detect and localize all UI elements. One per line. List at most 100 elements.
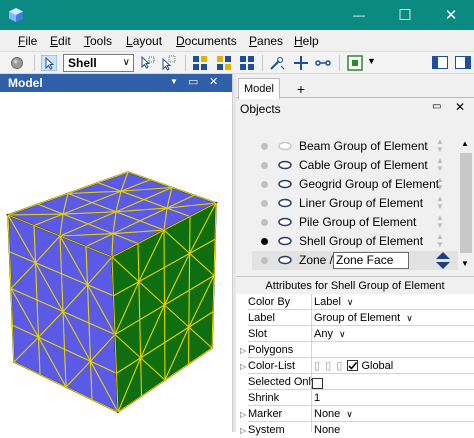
chevron-down-icon[interactable]: ∨	[346, 409, 353, 419]
active-dot-icon[interactable]	[261, 219, 268, 226]
scrollbar-thumb[interactable]	[460, 153, 472, 253]
color-swatch-icon[interactable]: ▯	[325, 360, 331, 372]
menu-panes[interactable]: Panes	[249, 34, 283, 48]
menu-file[interactable]: File	[18, 34, 37, 48]
list-item[interactable]: Liner Group of Element ▲ ▼	[256, 194, 456, 213]
visibility-eye-icon[interactable]	[278, 236, 292, 246]
global-checkbox[interactable]	[347, 360, 359, 371]
list-item[interactable]: Cable Group of Element ▲ ▼	[256, 156, 456, 175]
chevron-down-icon[interactable]: ∨	[347, 297, 354, 307]
active-dot-icon[interactable]	[261, 200, 268, 207]
list-item[interactable]: Shell Group of Element ▲ ▼	[256, 232, 456, 251]
expand-arrow-icon[interactable]: ▷	[240, 426, 246, 435]
tab-model[interactable]: Model	[238, 78, 280, 99]
attr-label-label: Label	[248, 312, 275, 324]
active-dot-icon[interactable]	[261, 238, 268, 245]
menu-help[interactable]: Help	[294, 34, 319, 48]
attr-value-shrink[interactable]: 1	[314, 390, 474, 406]
attr-value-slot[interactable]: Any ∨	[314, 326, 474, 342]
attr-label-polygons[interactable]: Polygons	[248, 342, 312, 358]
active-dot-icon[interactable]	[261, 162, 268, 169]
model-viewport[interactable]	[0, 92, 232, 432]
grid-all-icon[interactable]	[240, 56, 254, 70]
grid-layout-icon[interactable]	[193, 56, 207, 70]
select-box-icon[interactable]	[160, 55, 176, 71]
move-updown-icon[interactable]: ▲ ▼	[436, 176, 444, 192]
pick-tool-icon[interactable]	[269, 55, 285, 71]
menu-layout[interactable]: Layout	[126, 34, 162, 48]
move-updown-icon[interactable]: ▲ ▼	[436, 138, 444, 154]
list-item[interactable]: Pile Group of Element ▲ ▼	[256, 213, 456, 232]
color-swatch-icon[interactable]: ▯	[314, 360, 320, 372]
list-item[interactable]: Geogrid Group of Element ▲ ▼	[256, 175, 456, 194]
menu-tools[interactable]: Tools	[84, 34, 112, 48]
link-icon[interactable]	[315, 56, 331, 70]
select-pointer-icon[interactable]	[41, 55, 57, 71]
pane-pin-icon[interactable]: ▼	[170, 77, 178, 86]
chevron-down-icon[interactable]: ∨	[406, 313, 413, 323]
app-icon	[9, 8, 23, 22]
pane-right-icon[interactable]	[455, 56, 471, 69]
move-updown-icon[interactable]: ▲ ▼	[436, 157, 444, 173]
visibility-eye-icon[interactable]	[278, 160, 292, 170]
snap-grid-icon[interactable]	[347, 55, 363, 71]
record-icon[interactable]	[10, 56, 24, 70]
list-item[interactable]: Beam Group of Element ▲ ▼	[256, 137, 456, 156]
visibility-eye-icon[interactable]	[278, 198, 292, 208]
move-updown-icon[interactable]: ▲ ▼	[436, 214, 444, 230]
visibility-eye-icon[interactable]	[278, 179, 292, 189]
menu-bar	[0, 30, 474, 52]
attr-label-selected-only: Selected Only	[248, 376, 312, 388]
objects-title: Objects	[240, 102, 281, 116]
active-dot-icon[interactable]	[261, 257, 268, 264]
menu-documents[interactable]: Documents	[176, 34, 237, 48]
select-tool-icon[interactable]	[139, 55, 155, 71]
maximize-button[interactable]: ☐	[382, 0, 428, 30]
scroll-down-icon[interactable]: ▼	[461, 259, 469, 268]
expand-arrow-icon[interactable]: ▷	[240, 410, 246, 419]
selected-only-checkbox[interactable]	[312, 376, 323, 390]
move-updown-icon[interactable]: ▲ ▼	[436, 233, 444, 249]
list-item-label: Liner Group of Element	[299, 196, 424, 210]
expand-arrow-icon[interactable]: ▷	[240, 362, 246, 371]
pane-left-icon[interactable]	[432, 56, 448, 69]
attr-label-system[interactable]: System	[248, 422, 312, 438]
add-tab-button[interactable]: +	[288, 80, 314, 98]
expand-arrow-icon[interactable]: ▷	[240, 346, 246, 355]
attr-value-system[interactable]: None	[314, 422, 474, 438]
zone-face-field[interactable]: Zone Face	[333, 252, 409, 269]
grid-select-icon[interactable]	[217, 56, 231, 70]
list-item-selected[interactable]: Zone / Zone Face	[252, 251, 458, 270]
close-button[interactable]: ✕	[428, 0, 474, 30]
attr-label-shrink: Shrink	[248, 392, 280, 404]
color-swatch-icon[interactable]: ▯	[336, 360, 342, 372]
visibility-eye-icon[interactable]	[278, 141, 292, 151]
chevron-down-icon[interactable]: ∨	[339, 329, 346, 339]
pane-close-icon[interactable]: ✕	[209, 75, 218, 88]
visibility-eye-icon[interactable]	[278, 217, 292, 227]
attr-label-slot: Slot	[248, 328, 267, 340]
scroll-up-icon[interactable]: ▲	[461, 139, 469, 148]
active-dot-icon[interactable]	[261, 181, 268, 188]
move-updown-icon[interactable]	[436, 252, 450, 269]
attr-value-label[interactable]: Group of Element ∨	[314, 310, 474, 326]
attr-value-color-by[interactable]: Label ∨	[314, 294, 474, 310]
attributes-title: Attributes for Shell Group of Element	[236, 276, 474, 294]
pane-restore-icon[interactable]: ▭	[188, 75, 198, 88]
shell-mesh-cube[interactable]	[0, 92, 232, 432]
mode-select[interactable]: Shell ∨	[63, 54, 134, 72]
minimize-button[interactable]: —	[336, 0, 382, 30]
attr-value-marker[interactable]: None ∨	[314, 406, 474, 422]
move-updown-icon[interactable]: ▲ ▼	[436, 195, 444, 211]
list-item-label: Pile Group of Element	[299, 215, 417, 229]
attr-value-color-list: ▯ ▯ ▯ Global	[314, 360, 394, 372]
visibility-eye-icon[interactable]	[278, 255, 292, 265]
attr-label-color-list[interactable]: Color-List	[248, 358, 312, 374]
menu-edit[interactable]: Edit	[50, 34, 71, 48]
attr-label-marker[interactable]: Marker	[248, 406, 312, 422]
move-cross-icon[interactable]	[293, 55, 309, 71]
active-dot-icon[interactable]	[261, 143, 268, 150]
snap-dropdown-icon[interactable]: ▼	[367, 56, 376, 66]
objects-close-icon[interactable]: ✕	[455, 100, 465, 114]
objects-restore-icon[interactable]: ▭	[432, 101, 441, 112]
